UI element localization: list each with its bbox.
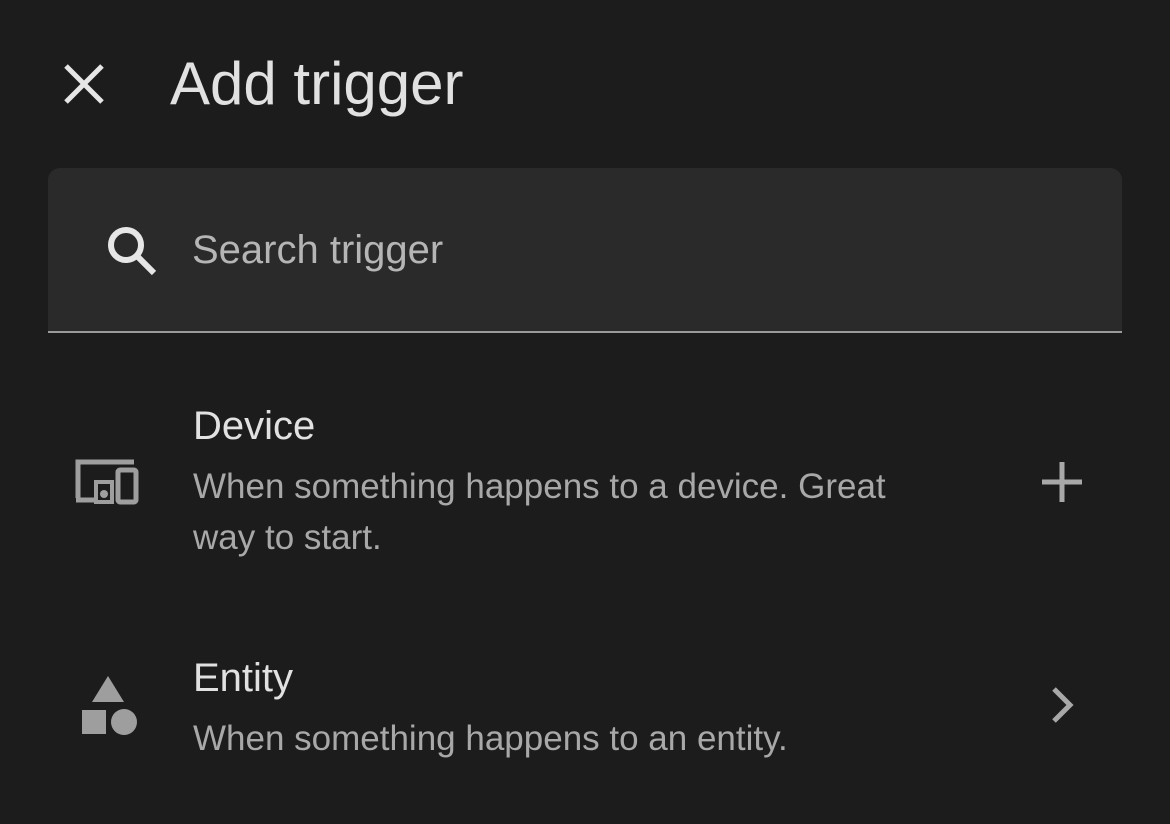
list-item-device[interactable]: Device When something happens to a devic… — [0, 380, 1170, 580]
open-entity-triggers-button[interactable] — [1030, 673, 1094, 737]
add-device-trigger-button[interactable] — [1030, 450, 1094, 514]
devices-icon — [75, 459, 139, 505]
list-item-description: When something happens to an entity. — [193, 719, 788, 758]
close-button[interactable] — [48, 48, 120, 120]
close-icon — [64, 64, 104, 104]
list-item-title: Entity — [193, 656, 294, 700]
plus-icon — [1042, 462, 1082, 502]
search-field[interactable] — [48, 168, 1122, 333]
list-item-description: When something happens to a device. Grea… — [193, 467, 886, 557]
search-icon — [108, 227, 157, 276]
chevron-right-icon — [1052, 687, 1074, 723]
shapes-icon — [82, 676, 137, 735]
dialog-title: Add trigger — [170, 50, 464, 117]
search-input[interactable] — [192, 211, 1072, 289]
list-item-entity[interactable]: Entity When something happens to an enti… — [0, 640, 1170, 790]
list-item-title: Device — [193, 404, 316, 448]
dialog-header: Add trigger — [0, 0, 1170, 168]
